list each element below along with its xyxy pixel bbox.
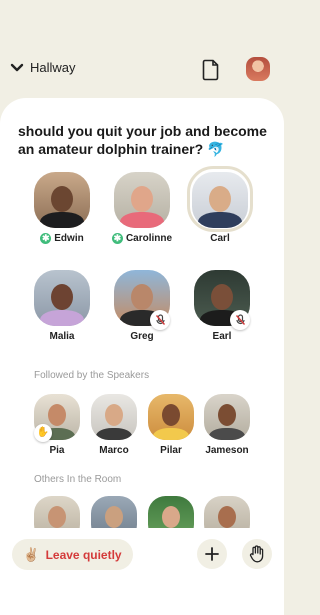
muted-mic-icon	[230, 310, 250, 330]
speaker-carl[interactable]: Carl	[185, 172, 255, 244]
speaker-name: Carl	[210, 233, 230, 244]
leave-quietly-label: Leave quietly	[45, 547, 122, 562]
followed-section-label: Followed by the Speakers	[34, 370, 150, 381]
moderator-badge-icon: ✱	[111, 233, 123, 244]
speaker-carolinne[interactable]: ✱ Carolinne	[107, 172, 177, 244]
peace-hand-icon: ✌🏼	[23, 546, 40, 562]
listener-name: Jameson	[205, 445, 249, 456]
room-title-text: should you quit your job and become an a…	[18, 123, 267, 157]
listener-name: Marco	[99, 445, 129, 456]
listener-name: Pilar	[160, 445, 182, 456]
speaker-malia[interactable]: Malia	[27, 270, 97, 342]
dolphin-emoji: 🐬	[207, 141, 225, 157]
muted-mic-icon	[150, 310, 170, 330]
raised-hand-badge-icon: ✋	[34, 424, 52, 442]
plus-icon	[205, 547, 219, 561]
leave-quietly-button[interactable]: ✌🏼 Leave quietly	[12, 539, 133, 570]
speaker-edwin[interactable]: ✱ Edwin	[27, 172, 97, 244]
document-icon[interactable]	[202, 59, 220, 81]
speaker-name: Greg	[130, 331, 154, 342]
hallway-back-button[interactable]: Hallway	[10, 60, 76, 75]
raise-hand-icon	[249, 545, 264, 563]
avatar	[192, 172, 248, 228]
room-title: should you quit your job and become an a…	[18, 122, 268, 158]
top-bar: Hallway	[0, 0, 284, 100]
moderator-badge-icon: ✱	[40, 233, 52, 244]
add-button[interactable]	[197, 539, 227, 569]
listener-name: Pia	[49, 445, 65, 456]
speaker-name: Carolinne	[125, 233, 173, 244]
listener-jameson[interactable]: Jameson	[192, 394, 262, 456]
avatar	[114, 172, 170, 228]
speaker-earl[interactable]: Earl	[187, 270, 257, 342]
raise-hand-button[interactable]	[242, 539, 272, 569]
avatar	[91, 394, 137, 440]
avatar	[148, 394, 194, 440]
bottom-action-bar: ✌🏼 Leave quietly	[0, 528, 284, 615]
profile-avatar[interactable]	[246, 57, 270, 81]
chevron-down-icon	[10, 63, 24, 71]
speaker-name: Edwin	[54, 233, 84, 244]
hallway-label: Hallway	[30, 60, 76, 75]
avatar	[204, 394, 250, 440]
avatar	[34, 172, 90, 228]
speaker-greg[interactable]: Greg	[107, 270, 177, 342]
speaker-name: Earl	[212, 331, 232, 342]
others-section-label: Others In the Room	[34, 474, 122, 485]
avatar	[34, 270, 90, 326]
speaker-name: Malia	[49, 331, 75, 342]
